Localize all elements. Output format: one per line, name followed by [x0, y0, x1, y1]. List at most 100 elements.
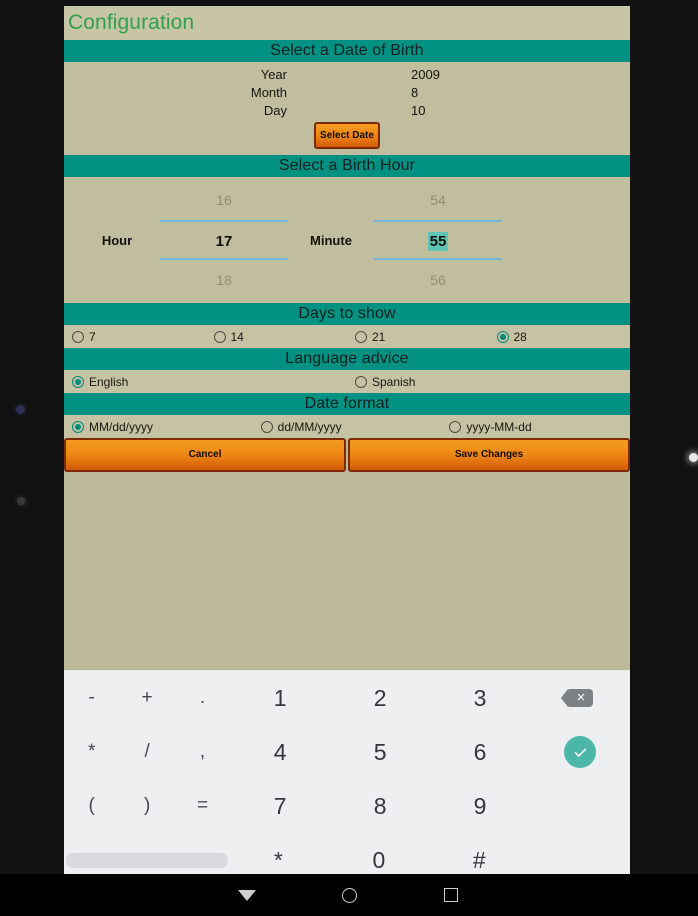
minute-selected-text[interactable]: 55 [427, 232, 449, 251]
date-label-month: Month [250, 85, 287, 100]
key-9[interactable]: 9 [430, 779, 530, 833]
hour-input[interactable]: 17 [160, 220, 288, 260]
backspace-icon[interactable]: ✕ [561, 689, 593, 707]
backspace-glyph: ✕ [576, 691, 586, 704]
section-header-language-advice: Language advice [64, 348, 630, 370]
android-navigation-bar [0, 874, 698, 916]
minute-next-value[interactable]: 56 [430, 260, 446, 300]
nav-back-button[interactable] [236, 884, 258, 906]
radio-icon-days-14[interactable] [213, 330, 226, 343]
date-label-day: Day [263, 103, 287, 118]
language-radio-group: English Spanish [64, 370, 630, 393]
nav-recents-button[interactable] [440, 884, 462, 906]
hour-number-picker[interactable]: 16 17 18 [160, 180, 288, 300]
key-2[interactable]: 2 [330, 671, 430, 725]
key-blank-row-3 [530, 779, 630, 833]
key-8[interactable]: 8 [330, 779, 430, 833]
radio-icon-yyyy-mm-dd[interactable] [449, 420, 462, 433]
key-6[interactable]: 6 [430, 725, 530, 779]
date-row-year: Year 2009 [64, 66, 630, 84]
back-icon [238, 889, 256, 901]
minute-previous-value[interactable]: 54 [430, 180, 446, 220]
radio-option-days-14[interactable]: 14 [206, 330, 348, 344]
radio-icon-spanish[interactable] [355, 375, 367, 388]
key-paren-open[interactable]: ( [64, 779, 119, 833]
radio-icon-days-7[interactable] [72, 330, 84, 343]
key-minus[interactable]: - [64, 671, 119, 725]
keyboard-row-4: * 0 # [64, 833, 630, 874]
key-asterisk-left[interactable]: * [64, 725, 119, 779]
key-period[interactable]: . [175, 671, 230, 725]
date-value-year: 2009 [411, 67, 440, 82]
save-changes-button[interactable]: Save Changes [348, 438, 630, 472]
minute-number-picker[interactable]: 54 55 56 [374, 180, 502, 300]
radio-label-dd-mm-yyyy: dd/MM/yyyy [277, 419, 342, 434]
title-bar: Configuration [64, 6, 630, 40]
nav-home-button[interactable] [338, 884, 360, 906]
enter-icon[interactable] [564, 736, 596, 768]
radio-option-dd-mm-yyyy[interactable]: dd/MM/yyyy [253, 420, 442, 434]
radio-option-mm-dd-yyyy[interactable]: MM/dd/yyyy [64, 420, 253, 434]
date-format-radio-group: MM/dd/yyyy dd/MM/yyyy yyyy-MM-dd [64, 415, 630, 438]
home-icon [341, 887, 357, 903]
key-asterisk[interactable]: * [228, 833, 328, 874]
minute-label: Minute [310, 232, 352, 248]
key-spacebar[interactable] [66, 852, 229, 868]
radio-label-days-14: 14 [230, 329, 244, 344]
radio-icon-mm-dd-yyyy[interactable] [72, 420, 84, 433]
key-3[interactable]: 3 [430, 671, 530, 725]
right-indicator-dot [689, 453, 698, 462]
radio-option-days-7[interactable]: 7 [64, 330, 206, 344]
key-1[interactable]: 1 [230, 671, 330, 725]
radio-label-spanish: Spanish [372, 374, 416, 389]
radio-icon-dd-mm-yyyy[interactable] [260, 420, 273, 433]
key-blank-row-4 [530, 833, 630, 874]
key-equals[interactable]: = [175, 779, 230, 833]
radio-label-days-28: 28 [513, 329, 527, 344]
key-paren-close[interactable]: ) [119, 779, 174, 833]
radio-option-days-21[interactable]: 21 [347, 330, 489, 344]
radio-label-yyyy-mm-dd: yyyy-MM-dd [466, 419, 532, 434]
date-row-month: Month 8 [64, 84, 630, 102]
date-value-day: 10 [411, 103, 426, 118]
minute-input[interactable]: 55 [374, 220, 502, 260]
key-0[interactable]: 0 [329, 833, 429, 874]
key-5[interactable]: 5 [330, 725, 430, 779]
keyboard-row-2: * / , 4 5 6 [64, 725, 630, 779]
hour-next-value[interactable]: 18 [216, 260, 232, 300]
hour-previous-value[interactable]: 16 [216, 180, 232, 220]
key-7[interactable]: 7 [230, 779, 330, 833]
select-date-button-row: Select Date [64, 122, 630, 149]
radio-icon-english[interactable] [72, 375, 84, 388]
key-4[interactable]: 4 [230, 725, 330, 779]
numeric-keyboard: - + . 1 2 3 ✕ * / , 4 5 6 () = 7 8 9 * … [64, 670, 630, 874]
key-enter[interactable] [530, 725, 630, 779]
cancel-button[interactable]: Cancel [64, 438, 346, 472]
section-header-birth-hour: Select a Birth Hour [64, 155, 630, 177]
radio-option-spanish[interactable]: Spanish [347, 375, 630, 389]
birth-hour-block: Hour 16 17 18 Minute 54 55 56 [64, 177, 630, 303]
date-row-day: Day 10 [64, 102, 630, 120]
radio-option-english[interactable]: English [64, 375, 347, 389]
radio-option-yyyy-mm-dd[interactable]: yyyy-MM-dd [441, 420, 630, 434]
select-date-button[interactable]: Select Date [314, 122, 380, 149]
app-viewport: Configuration Select a Date of Birth Yea… [64, 6, 630, 874]
radio-label-days-7: 7 [89, 329, 96, 344]
empty-content-area [64, 472, 630, 670]
key-backspace[interactable]: ✕ [530, 671, 630, 725]
key-hash[interactable]: # [429, 833, 529, 874]
date-of-birth-block: Year 2009 Month 8 Day 10 Select Date [64, 62, 630, 155]
key-plus[interactable]: + [119, 671, 174, 725]
radio-label-english: English [89, 374, 129, 389]
radio-icon-days-28[interactable] [496, 330, 509, 343]
device-frame: Configuration Select a Date of Birth Yea… [0, 0, 698, 916]
radio-option-days-28[interactable]: 28 [489, 330, 631, 344]
keyboard-row-1: - + . 1 2 3 ✕ [64, 671, 630, 725]
left-indicator-dot-lower [17, 497, 25, 505]
radio-label-mm-dd-yyyy: MM/dd/yyyy [89, 419, 154, 434]
action-button-row: Cancel Save Changes [64, 438, 630, 472]
key-slash[interactable]: / [119, 725, 174, 779]
key-comma[interactable]: , [175, 725, 230, 779]
radio-icon-days-21[interactable] [355, 330, 367, 343]
section-header-date-format: Date format [64, 393, 630, 415]
